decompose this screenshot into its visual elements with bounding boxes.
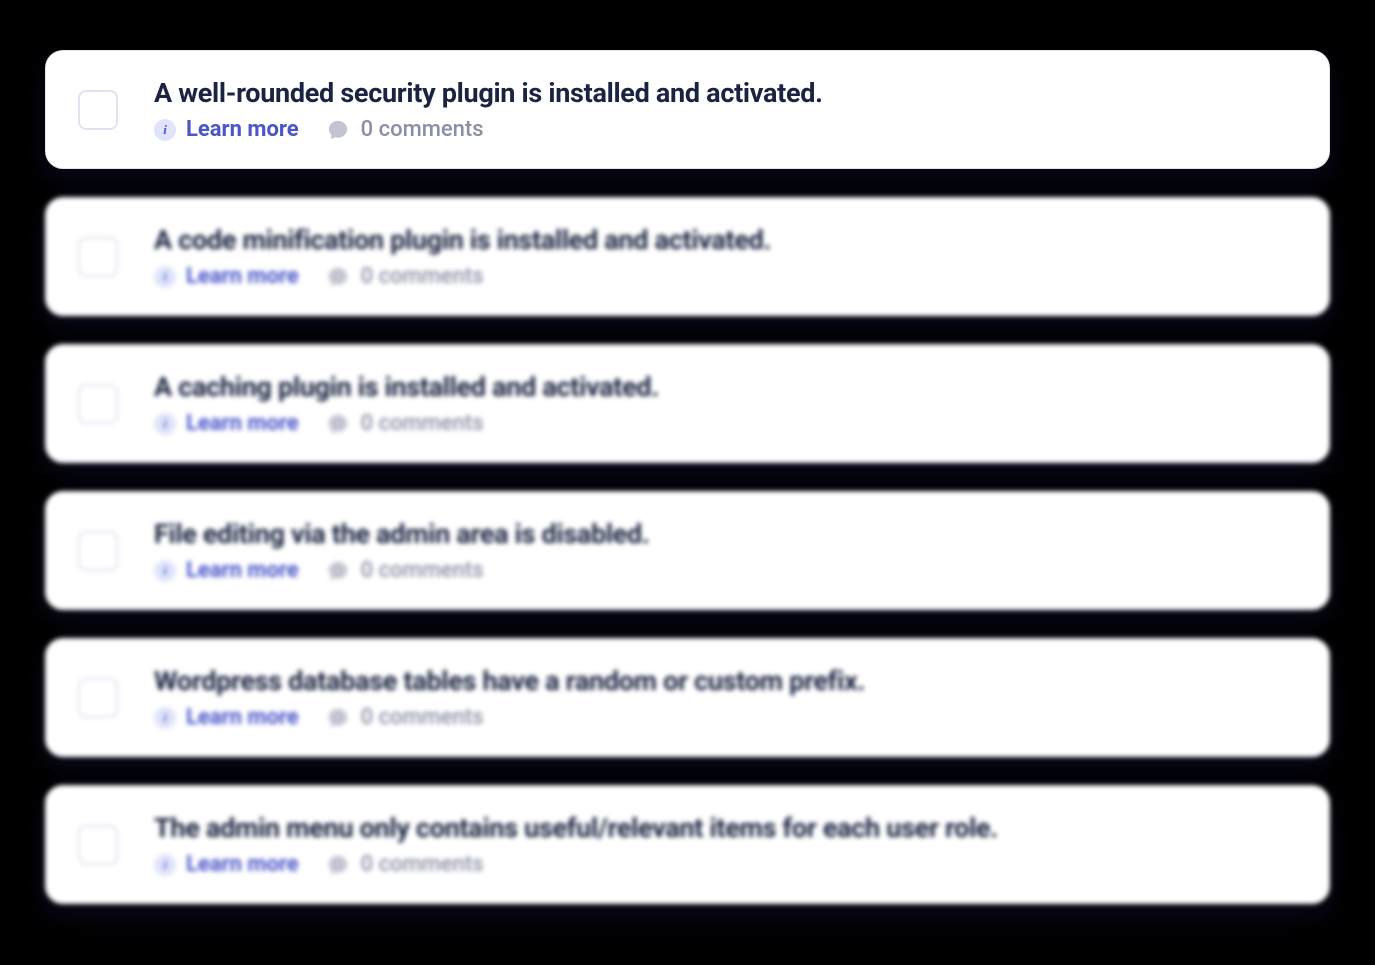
card-content: A code minification plugin is installed … [154,224,771,289]
checkbox[interactable] [78,678,118,718]
comment-icon [327,854,349,876]
comments-link[interactable]: 0 comments [327,852,484,877]
learn-more-link[interactable]: i Learn more [154,264,299,289]
info-icon: i [154,707,176,729]
card-title: A code minification plugin is installed … [154,224,771,256]
checklist-item[interactable]: File editing via the admin area is disab… [45,491,1330,610]
card-content: Wordpress database tables have a random … [154,665,865,730]
card-content: A caching plugin is installed and activa… [154,371,659,436]
checkbox[interactable] [78,90,118,130]
card-meta: i Learn more 0 comments [154,705,865,730]
comment-icon [327,266,349,288]
checklist-item[interactable]: A caching plugin is installed and activa… [45,344,1330,463]
card-title: Wordpress database tables have a random … [154,665,865,697]
card-meta: i Learn more 0 comments [154,558,649,583]
checklist-item[interactable]: Wordpress database tables have a random … [45,638,1330,757]
learn-more-label: Learn more [186,264,299,289]
info-icon: i [154,560,176,582]
learn-more-label: Learn more [186,117,299,142]
learn-more-link[interactable]: i Learn more [154,411,299,436]
comments-link[interactable]: 0 comments [327,705,484,730]
comments-label: 0 comments [361,558,484,583]
comment-icon [327,707,349,729]
info-icon: i [154,413,176,435]
comment-icon [327,413,349,435]
comments-link[interactable]: 0 comments [327,411,484,436]
card-meta: i Learn more 0 comments [154,411,659,436]
comments-label: 0 comments [361,705,484,730]
learn-more-label: Learn more [186,558,299,583]
comment-icon [327,119,349,141]
card-meta: i Learn more 0 comments [154,264,771,289]
comments-link[interactable]: 0 comments [327,117,484,142]
learn-more-label: Learn more [186,705,299,730]
checklist-item[interactable]: A code minification plugin is installed … [45,197,1330,316]
learn-more-link[interactable]: i Learn more [154,117,299,142]
learn-more-link[interactable]: i Learn more [154,852,299,877]
card-content: A well-rounded security plugin is instal… [154,77,823,142]
info-icon: i [154,854,176,876]
comments-label: 0 comments [361,264,484,289]
comments-label: 0 comments [361,117,484,142]
learn-more-link[interactable]: i Learn more [154,558,299,583]
comments-link[interactable]: 0 comments [327,264,484,289]
card-meta: i Learn more 0 comments [154,117,823,142]
checklist-item[interactable]: A well-rounded security plugin is instal… [45,50,1330,169]
card-meta: i Learn more 0 comments [154,852,998,877]
card-title: The admin menu only contains useful/rele… [154,812,998,844]
comment-icon [327,560,349,582]
learn-more-link[interactable]: i Learn more [154,705,299,730]
checklist-item[interactable]: The admin menu only contains useful/rele… [45,785,1330,904]
checklist: A well-rounded security plugin is instal… [45,50,1330,904]
card-content: File editing via the admin area is disab… [154,518,649,583]
comments-link[interactable]: 0 comments [327,558,484,583]
learn-more-label: Learn more [186,411,299,436]
card-title: A caching plugin is installed and activa… [154,371,659,403]
checkbox[interactable] [78,531,118,571]
card-content: The admin menu only contains useful/rele… [154,812,998,877]
card-title: A well-rounded security plugin is instal… [154,77,823,109]
comments-label: 0 comments [361,411,484,436]
card-title: File editing via the admin area is disab… [154,518,649,550]
comments-label: 0 comments [361,852,484,877]
info-icon: i [154,119,176,141]
learn-more-label: Learn more [186,852,299,877]
checkbox[interactable] [78,825,118,865]
checkbox[interactable] [78,237,118,277]
info-icon: i [154,266,176,288]
checkbox[interactable] [78,384,118,424]
